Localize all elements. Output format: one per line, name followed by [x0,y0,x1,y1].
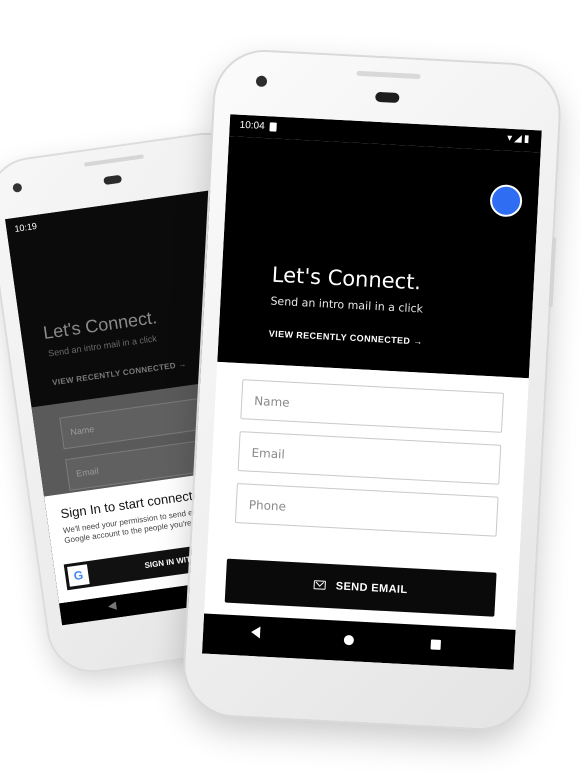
earpiece-grille [356,70,421,80]
sim-card-icon [269,122,277,132]
nav-back-icon[interactable] [250,626,261,639]
name-field[interactable]: Name [240,379,505,433]
page-subtitle: Send an intro mail in a click [270,294,424,316]
speaker [375,91,400,104]
front-phone: 10:04 ▾◢▮ Let's Connect. Send an intro m… [182,49,562,731]
page-title: Let's Connect. [271,262,422,295]
front-camera [12,182,23,193]
nav-home-icon[interactable] [343,634,355,646]
speaker [103,174,123,186]
stage: 10:19 Let's Connect. Send an intro mail … [0,0,580,772]
send-email-label: SEND EMAIL [335,580,408,597]
view-recently-connected-link[interactable]: VIEW RECENTLY CONNECTED → [269,329,423,347]
status-icons: ▾◢▮ [506,132,532,145]
avatar[interactable] [489,183,523,218]
back-nav-back-icon[interactable]: ◀ [107,599,117,613]
hero: Let's Connect. Send an intro mail in a c… [217,136,541,379]
nav-recent-apps-icon[interactable] [430,639,442,650]
status-time: 10:04 [239,119,265,133]
front-phone-screen: 10:04 ▾◢▮ Let's Connect. Send an intro m… [201,114,542,670]
earpiece-grille [83,154,144,167]
mail-icon [313,580,327,590]
phone-field[interactable]: Phone [234,483,499,537]
google-logo-icon: G [67,564,90,587]
email-field[interactable]: Email [237,431,502,485]
front-camera [255,75,268,88]
send-email-button[interactable]: SEND EMAIL [224,558,497,617]
